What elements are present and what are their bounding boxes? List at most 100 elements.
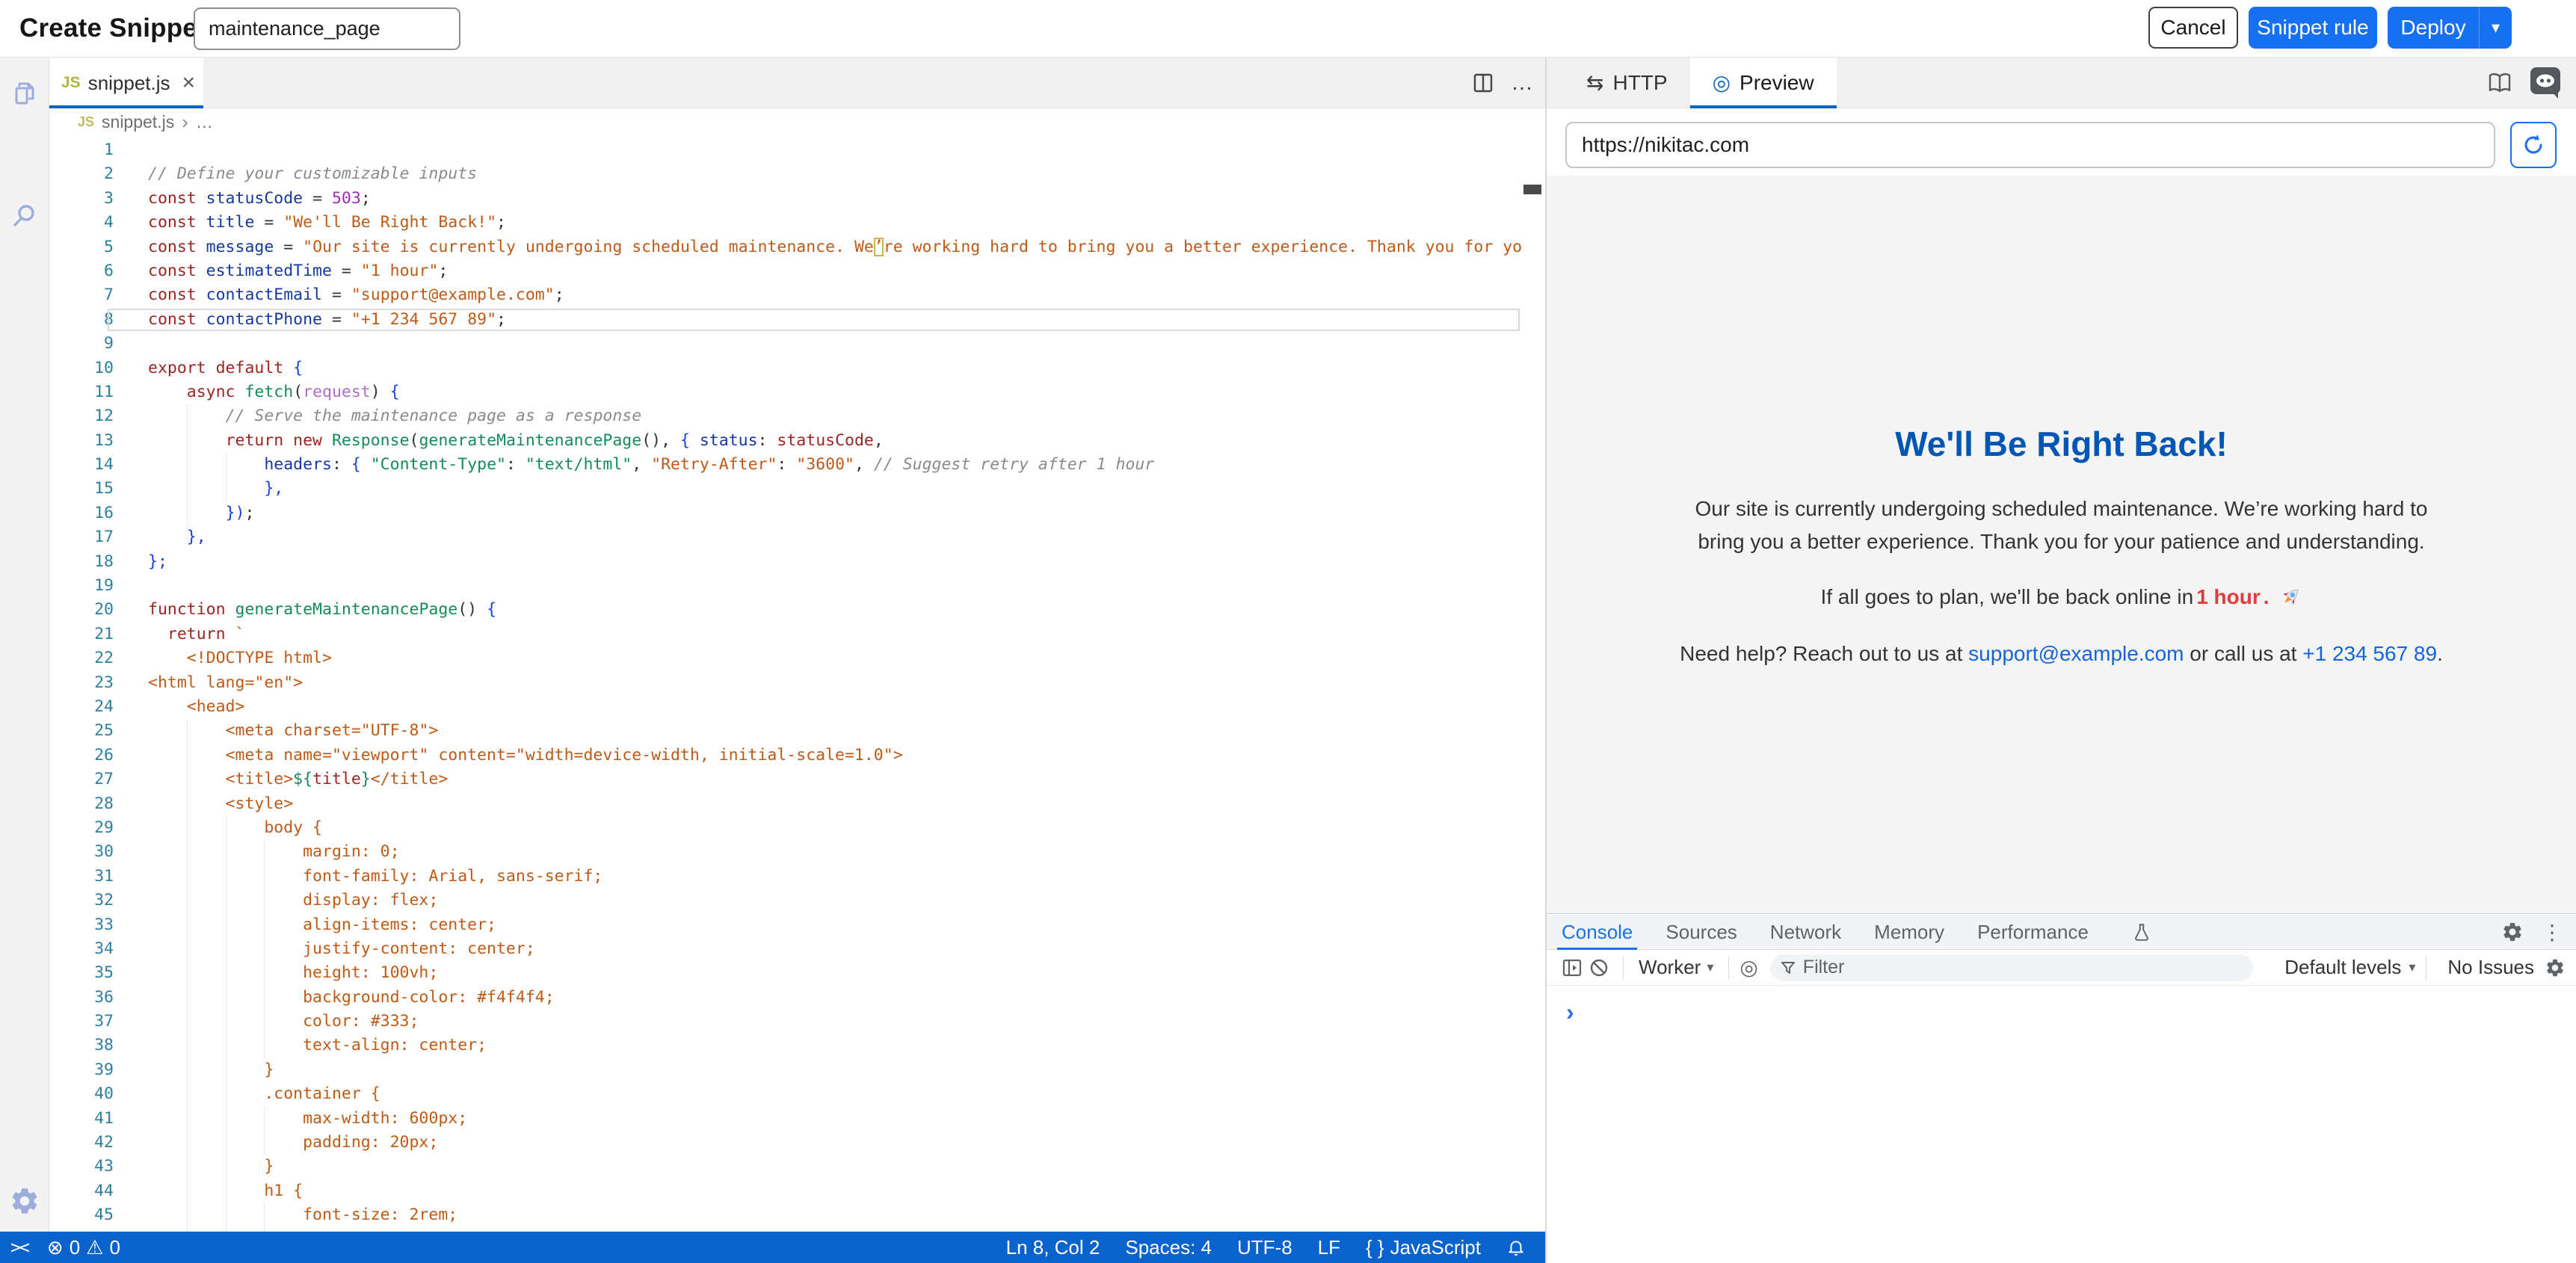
code-line[interactable]: 26 <meta name="viewport" content="width=… (49, 744, 1521, 768)
code-line[interactable]: 20function generateMaintenancePage() { (49, 598, 1521, 622)
filter-input[interactable] (1803, 957, 2207, 978)
code-line[interactable]: 41 max-width: 600px; (49, 1107, 1521, 1131)
tab-snippet-js[interactable]: JS snippet.js × (49, 58, 203, 108)
code-line[interactable]: 29 body { (49, 816, 1521, 840)
code-line[interactable]: 39 } (49, 1058, 1521, 1082)
email-link[interactable]: support@example.com (1968, 642, 2184, 665)
code-line[interactable]: 43 } (49, 1155, 1521, 1179)
cancel-button[interactable]: Cancel (2148, 7, 2238, 49)
devtools-tab-memory[interactable]: Memory (1874, 915, 1944, 950)
code-line[interactable]: 10export default { (49, 356, 1521, 380)
code-line[interactable]: 1 (49, 138, 1521, 162)
devtools-tab-network[interactable]: Network (1770, 915, 1841, 950)
indent-guide (226, 1058, 227, 1082)
code-line[interactable]: 24 <head> (49, 695, 1521, 719)
code-line[interactable]: 31 font-family: Arial, sans-serif; (49, 865, 1521, 889)
settings-gear-icon[interactable] (8, 1185, 41, 1217)
code-line[interactable]: 32 display: flex; (49, 889, 1521, 912)
language-mode[interactable]: { } JavaScript (1366, 1236, 1481, 1259)
code-line[interactable]: 34 justify-content: center; (49, 937, 1521, 961)
devtools-settings-gear-icon[interactable] (2501, 921, 2524, 943)
breadcrumb-file[interactable]: snippet.js (102, 112, 174, 132)
devtools-tab-performance[interactable]: Performance (1977, 915, 2089, 950)
code-line[interactable]: 40 .container { (49, 1082, 1521, 1106)
refresh-button[interactable] (2510, 122, 2557, 168)
cursor-position[interactable]: Ln 8, Col 2 (1006, 1236, 1100, 1259)
encoding[interactable]: UTF-8 (1237, 1236, 1292, 1259)
close-tab-icon[interactable]: × (182, 72, 196, 94)
snippet-rule-button[interactable]: Snippet rule (2249, 7, 2377, 49)
code-line[interactable]: 36 background-color: #f4f4f4; (49, 986, 1521, 1010)
code-line[interactable]: 21 return ` (49, 623, 1521, 646)
search-icon[interactable] (8, 200, 41, 232)
beaker-icon[interactable] (2132, 921, 2151, 942)
devtools-tab-sources[interactable]: Sources (1666, 915, 1737, 950)
phone-link[interactable]: +1 234 567 89 (2302, 642, 2437, 665)
eol-sequence[interactable]: LF (1318, 1236, 1340, 1259)
console-body[interactable]: › (1547, 986, 2576, 1263)
indentation[interactable]: Spaces: 4 (1125, 1236, 1212, 1259)
code-line[interactable]: 35 height: 100vh; (49, 961, 1521, 985)
code-line[interactable]: 4const title = "We'll Be Right Back!"; (49, 211, 1521, 235)
preview-url-input[interactable] (1565, 122, 2495, 168)
tab-http[interactable]: ⇆ HTTP (1564, 58, 1690, 108)
code-line[interactable]: 45 font-size: 2rem; (49, 1203, 1521, 1227)
live-expression-eye-icon[interactable]: ◎ (1740, 955, 1757, 980)
code-line[interactable]: 13 return new Response(generateMaintenan… (49, 429, 1521, 453)
code-line[interactable]: 6const estimatedTime = "1 hour"; (49, 259, 1521, 283)
devtools-tab-console[interactable]: Console (1562, 915, 1633, 950)
deploy-button[interactable]: Deploy (2388, 7, 2479, 49)
code-line[interactable]: 42 padding: 20px; (49, 1131, 1521, 1155)
code-line[interactable]: 9 (49, 332, 1521, 356)
kebab-menu-icon[interactable]: ⋮ (2542, 920, 2563, 945)
context-selector[interactable]: Worker ▾ (1639, 956, 1713, 979)
code-line[interactable]: 37 color: #333; (49, 1010, 1521, 1034)
code-line[interactable]: 28 <style> (49, 792, 1521, 816)
code-line[interactable]: 33 align-items: center; (49, 913, 1521, 937)
code-line[interactable]: 23<html lang="en"> (49, 671, 1521, 695)
more-actions-icon[interactable]: … (1511, 70, 1535, 96)
tab-preview[interactable]: ◎ Preview (1690, 58, 1837, 108)
code-line[interactable]: 30 margin: 0; (49, 840, 1521, 864)
code-token: <style> (148, 794, 293, 813)
code-line[interactable]: 8const contactPhone = "+1 234 567 89"; (49, 308, 1521, 332)
code-token (148, 625, 167, 643)
code-line[interactable]: 14 headers: { "Content-Type": "text/html… (49, 453, 1521, 477)
line-content: <meta name="viewport" content="width=dev… (148, 744, 903, 768)
code-line[interactable]: 25 <meta charset="UTF-8"> (49, 719, 1521, 743)
code-line[interactable]: 38 text-align: center; (49, 1034, 1521, 1057)
issues-counter[interactable]: No Issues (2447, 956, 2534, 979)
discord-icon[interactable] (2530, 67, 2561, 99)
overview-ruler[interactable] (1522, 135, 1543, 1232)
docs-book-icon[interactable] (2486, 70, 2513, 96)
code-line[interactable]: 18}; (49, 550, 1521, 574)
default-levels-dropdown[interactable]: Default levels ▾ (2284, 956, 2415, 979)
notifications-bell[interactable] (1506, 1238, 1526, 1257)
clear-console-icon[interactable] (1586, 954, 1612, 981)
code-line[interactable]: 7const contactEmail = "support@example.c… (49, 283, 1521, 307)
snippet-name-input[interactable] (194, 7, 460, 50)
code-line[interactable]: 16 }); (49, 501, 1521, 525)
code-line[interactable]: 2// Define your customizable inputs (49, 162, 1521, 186)
remote-indicator-icon[interactable]: >< (10, 1237, 28, 1258)
code-line[interactable]: 44 h1 { (49, 1179, 1521, 1203)
console-sidebar-toggle-icon[interactable] (1559, 954, 1586, 981)
breadcrumb-symbol[interactable]: … (196, 112, 213, 132)
problems-indicator[interactable]: ⊗ 0 ⚠ 0 (47, 1236, 120, 1259)
code-line[interactable]: 3const statusCode = 503; (49, 187, 1521, 211)
tab-label: snippet.js (88, 72, 170, 95)
code-line[interactable]: 15 }, (49, 477, 1521, 501)
code-token: = (254, 213, 283, 232)
code-line[interactable]: 17 }, (49, 525, 1521, 549)
split-editor-icon[interactable] (1472, 72, 1494, 94)
code-line[interactable]: 11 async fetch(request) { (49, 380, 1521, 404)
console-settings-gear-icon[interactable] (2545, 957, 2566, 978)
code-area[interactable]: 12// Define your customizable inputs3con… (49, 135, 1545, 1232)
code-line[interactable]: 19 (49, 574, 1521, 598)
code-line[interactable]: 12 // Serve the maintenance page as a re… (49, 404, 1521, 428)
deploy-dropdown-button[interactable]: ▾ (2479, 7, 2512, 49)
code-line[interactable]: 22 <!DOCTYPE html> (49, 646, 1521, 670)
files-icon[interactable] (8, 77, 41, 110)
code-line[interactable]: 5const message = "Our site is currently … (49, 235, 1521, 259)
code-line[interactable]: 27 <title>${title}</title> (49, 768, 1521, 791)
